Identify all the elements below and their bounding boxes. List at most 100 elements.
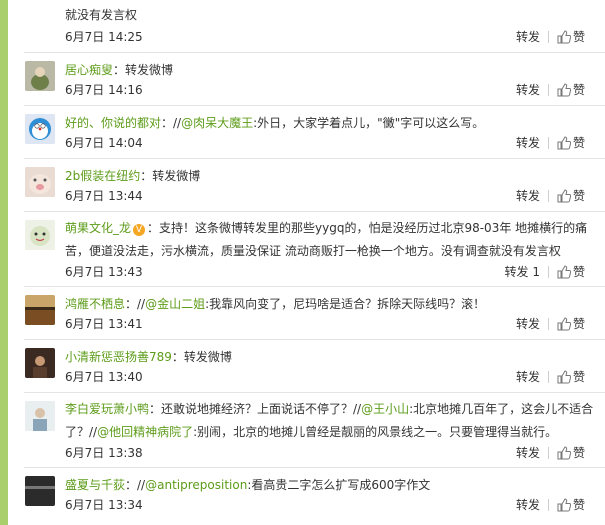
thumbs-up-icon bbox=[557, 136, 571, 150]
comment-item: 就没有发言权 6月7日 14:25 转发 赞 bbox=[8, 0, 605, 52]
like-label: 赞 bbox=[572, 265, 585, 279]
thumbs-up-icon bbox=[557, 189, 571, 203]
comment-username[interactable]: 李白爱玩萧小鸭 bbox=[65, 402, 149, 416]
comment-item: 居心痴叟：转发微博 6月7日 14:16 转发 赞 bbox=[8, 53, 605, 105]
like-label: 赞 bbox=[572, 498, 585, 512]
forward-button[interactable]: 转发 bbox=[516, 496, 540, 514]
comment-timestamp: 6月7日 13:34 bbox=[65, 498, 143, 512]
comment-timestamp: 6月7日 13:40 bbox=[65, 370, 143, 384]
forward-button[interactable]: 转发 bbox=[516, 187, 540, 205]
thumbs-up-icon bbox=[557, 498, 571, 512]
avatar[interactable] bbox=[25, 476, 55, 506]
avatar-image bbox=[25, 114, 55, 144]
left-accent-bar bbox=[0, 0, 8, 525]
comment-timestamp: 6月7日 13:41 bbox=[65, 317, 143, 331]
comment-meta: 6月7日 13:34 转发 赞 bbox=[65, 496, 595, 514]
avatar[interactable] bbox=[25, 114, 55, 144]
avatar-image bbox=[25, 167, 55, 197]
action-divider bbox=[547, 31, 549, 43]
like-label: 赞 bbox=[572, 136, 585, 150]
like-label: 赞 bbox=[572, 83, 585, 97]
mention-link[interactable]: @antipreposition bbox=[145, 478, 247, 492]
verified-badge-icon: V bbox=[133, 224, 146, 236]
comment-text: 李白爱玩萧小鸭：还敢说地摊经济？上面说话不停了？//@王小山:北京地摊几百年了，… bbox=[65, 402, 594, 439]
avatar-image bbox=[25, 295, 55, 325]
comment-feed: 就没有发言权 6月7日 14:25 转发 赞 居心痴叟：转发微博 6月7日 14… bbox=[8, 0, 605, 525]
avatar[interactable] bbox=[25, 167, 55, 197]
avatar[interactable] bbox=[25, 61, 55, 91]
comment-timestamp: 6月7日 14:04 bbox=[65, 136, 143, 150]
comment-item: 小清新惩恶扬善789：转发微博 6月7日 13:40 转发 赞 bbox=[8, 340, 605, 392]
comment-username[interactable]: 好的、你说的都对 bbox=[65, 116, 161, 130]
like-button[interactable]: 赞 bbox=[557, 28, 585, 46]
comment-username[interactable]: 小清新惩恶扬善789 bbox=[65, 350, 172, 364]
comment-timestamp: 6月7日 14:16 bbox=[65, 83, 143, 97]
comment-username[interactable]: 居心痴叟 bbox=[65, 63, 113, 77]
avatar[interactable] bbox=[25, 348, 55, 378]
mention-link[interactable]: @王小山 bbox=[361, 402, 409, 416]
forward-button[interactable]: 转发 1 bbox=[505, 263, 540, 281]
comment-username[interactable]: 鸿雁不栖息 bbox=[65, 297, 125, 311]
like-button[interactable]: 赞 bbox=[557, 134, 585, 152]
forward-button[interactable]: 转发 bbox=[516, 28, 540, 46]
avatar-image bbox=[25, 401, 55, 431]
forward-button[interactable]: 转发 bbox=[516, 81, 540, 99]
comment-timestamp: 6月7日 14:25 bbox=[65, 30, 143, 44]
like-button[interactable]: 赞 bbox=[557, 444, 585, 462]
comment-actions: 转发 1 赞 bbox=[505, 263, 585, 281]
action-divider bbox=[547, 190, 549, 202]
comment-meta: 6月7日 14:25 转发 赞 bbox=[65, 28, 595, 46]
forward-button[interactable]: 转发 bbox=[516, 315, 540, 333]
action-divider bbox=[547, 137, 549, 149]
comment-text: 小清新惩恶扬善789：转发微博 bbox=[65, 350, 232, 364]
comment-text: 2b假装在纽约：转发微博 bbox=[65, 169, 201, 183]
comment-meta: 6月7日 13:44 转发 赞 bbox=[65, 187, 595, 205]
action-divider bbox=[547, 499, 549, 511]
like-button[interactable]: 赞 bbox=[557, 187, 585, 205]
comment-item: 李白爱玩萧小鸭：还敢说地摊经济？上面说话不停了？//@王小山:北京地摊几百年了，… bbox=[8, 393, 605, 467]
comment-item: 盛夏与千荻：//@antipreposition:看高贵二字怎么扩写成600字作… bbox=[8, 468, 605, 525]
mention-link[interactable]: @他回精神病院了 bbox=[97, 425, 193, 439]
forward-button[interactable]: 转发 bbox=[516, 444, 540, 462]
forward-button[interactable]: 转发 bbox=[516, 134, 540, 152]
comment-username[interactable]: 盛夏与千荻 bbox=[65, 478, 125, 492]
comment-meta: 6月7日 14:04 转发 赞 bbox=[65, 134, 595, 152]
avatar[interactable] bbox=[25, 295, 55, 325]
thumbs-up-icon bbox=[557, 83, 571, 97]
like-button[interactable]: 赞 bbox=[557, 81, 585, 99]
comment-meta: 6月7日 13:43 转发 1 赞 bbox=[65, 263, 595, 281]
mention-link[interactable]: @金山二姐 bbox=[145, 297, 205, 311]
action-divider bbox=[547, 266, 549, 278]
comment-username[interactable]: 2b假装在纽约 bbox=[65, 169, 140, 183]
avatar-image bbox=[25, 348, 55, 378]
comment-text: 盛夏与千荻：//@antipreposition:看高贵二字怎么扩写成600字作… bbox=[65, 478, 431, 492]
action-divider bbox=[547, 318, 549, 330]
comment-meta: 6月7日 14:16 转发 赞 bbox=[65, 81, 595, 99]
comment-actions: 转发 赞 bbox=[516, 81, 585, 99]
comment-text: 就没有发言权 bbox=[65, 8, 138, 22]
comment-username[interactable]: 萌果文化_龙 bbox=[65, 221, 131, 235]
like-button[interactable]: 赞 bbox=[557, 263, 585, 281]
comment-actions: 转发 赞 bbox=[516, 134, 585, 152]
mention-link[interactable]: @肉呆大魔王 bbox=[181, 116, 253, 130]
avatar-image bbox=[25, 61, 55, 91]
thumbs-up-icon bbox=[557, 30, 571, 44]
forward-button[interactable]: 转发 bbox=[516, 368, 540, 386]
avatar[interactable] bbox=[25, 220, 55, 250]
avatar-image bbox=[25, 220, 55, 250]
like-button[interactable]: 赞 bbox=[557, 315, 585, 333]
avatar[interactable] bbox=[25, 401, 55, 431]
comment-text: 居心痴叟：转发微博 bbox=[65, 63, 174, 77]
like-button[interactable]: 赞 bbox=[557, 368, 585, 386]
thumbs-up-icon bbox=[557, 265, 571, 279]
action-divider bbox=[547, 84, 549, 96]
comment-item: 2b假装在纽约：转发微博 6月7日 13:44 转发 赞 bbox=[8, 159, 605, 211]
comment-actions: 转发 赞 bbox=[516, 315, 585, 333]
comment-actions: 转发 赞 bbox=[516, 28, 585, 46]
comment-text: 好的、你说的都对：//@肉呆大魔王:外日，大家学着点儿，"黴"字可以这么写。 bbox=[65, 116, 485, 130]
comment-item: 萌果文化_龙 V ：支持！这条微博转发里的那些yygq的，怕是没经历过北京98-03… bbox=[8, 212, 605, 286]
thumbs-up-icon bbox=[557, 370, 571, 384]
like-button[interactable]: 赞 bbox=[557, 496, 585, 514]
thumbs-up-icon bbox=[557, 317, 571, 331]
thumbs-up-icon bbox=[557, 446, 571, 460]
